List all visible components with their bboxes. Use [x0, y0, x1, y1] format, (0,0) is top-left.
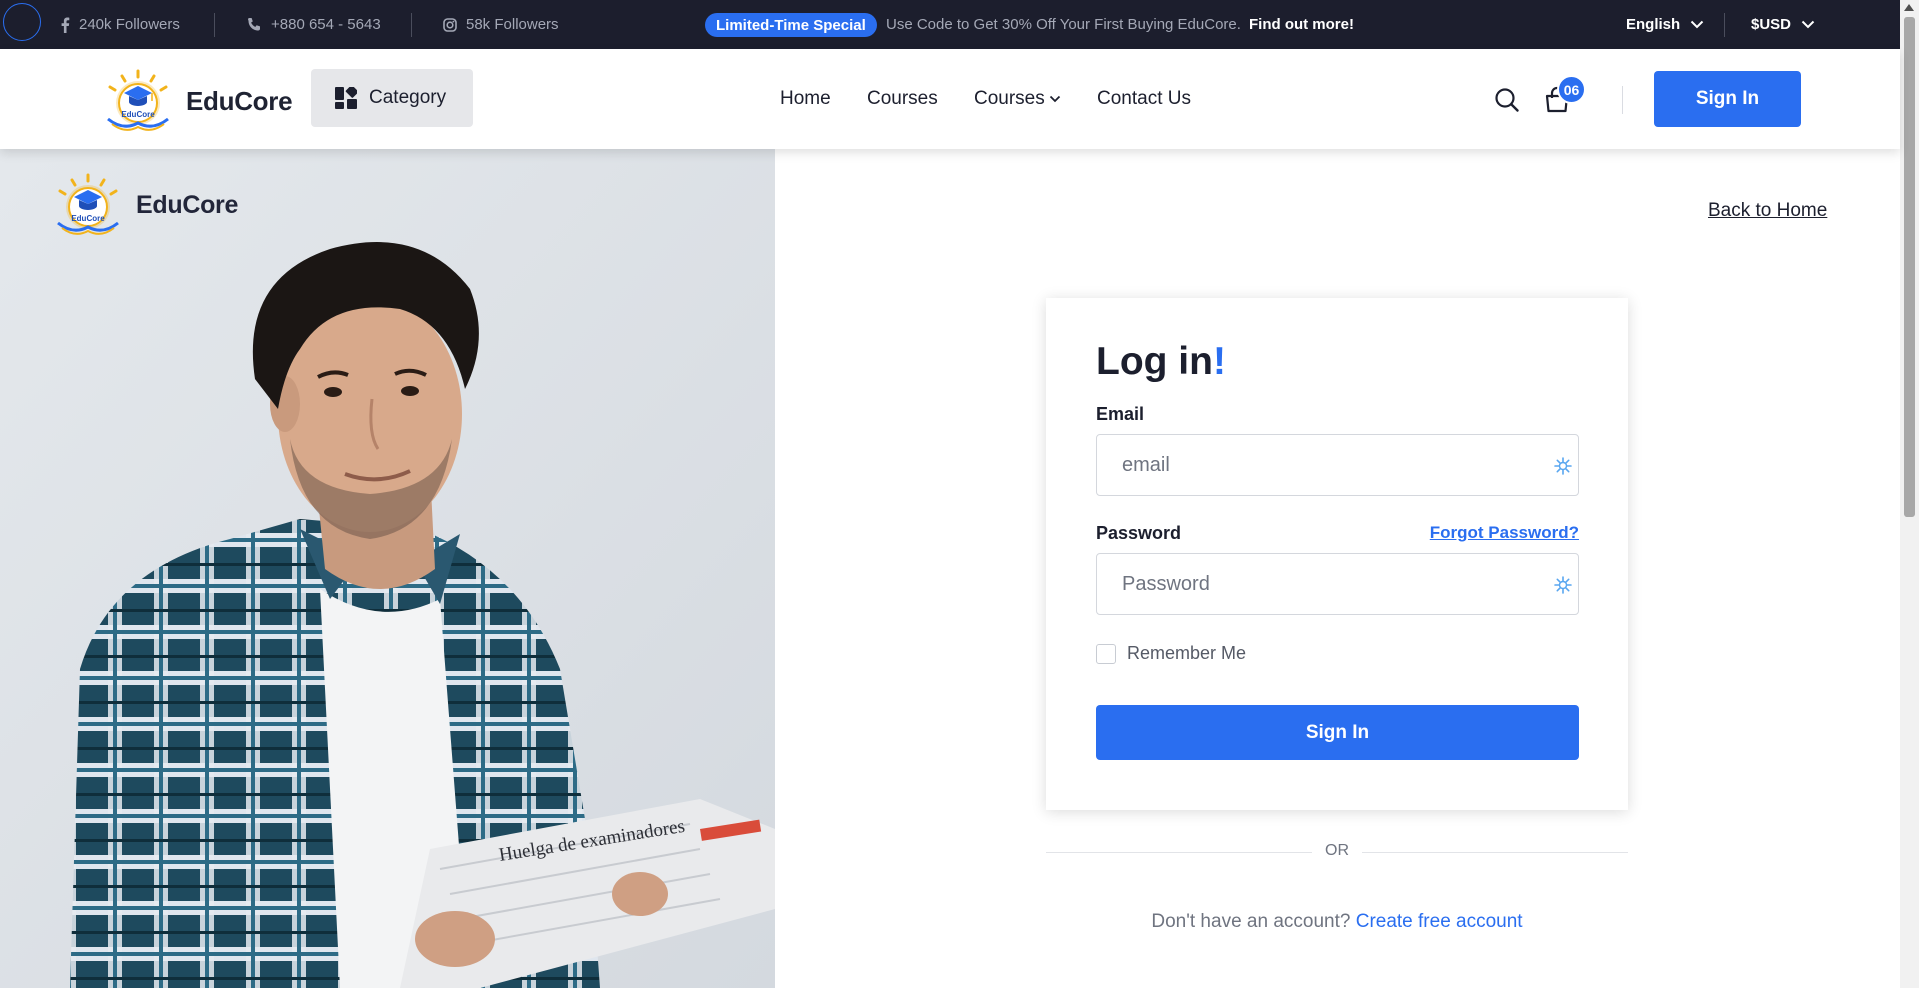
remember-me-row[interactable]: Remember Me [1096, 643, 1246, 664]
email-field-wrapper [1096, 434, 1579, 496]
grid-icon [335, 87, 357, 109]
panel-logo: EduCore EduCore [48, 171, 238, 239]
password-label: Password [1096, 523, 1182, 543]
main-header: EduCore EduCore Category Home Courses Co… [0, 49, 1900, 149]
nav-courses[interactable]: Courses [867, 88, 938, 110]
promo-text: Use Code to Get 30% Off Your First Buyin… [886, 16, 1241, 33]
chevron-down-icon [1049, 95, 1060, 103]
password-field[interactable] [1097, 554, 1578, 614]
facebook-followers-link[interactable]: 240k Followers [60, 0, 180, 49]
signup-prompt-text: Don't have an account? [1151, 911, 1351, 932]
promo-find-out-more-link[interactable]: Find out more! [1249, 0, 1354, 49]
autofill-icon[interactable] [1553, 575, 1573, 595]
password-field-wrapper [1096, 553, 1579, 615]
divider [1622, 86, 1623, 114]
nav-contact-label: Contact Us [1097, 88, 1191, 109]
svg-text:EduCore: EduCore [121, 110, 155, 119]
page-scrollbar[interactable] [1900, 0, 1919, 988]
sign-in-submit-button[interactable]: Sign In [1096, 705, 1579, 760]
or-text: OR [1325, 842, 1349, 859]
promo-badge: Limited-Time Special [705, 13, 877, 37]
login-title-accent: ! [1212, 340, 1226, 383]
login-title: Log in! [1096, 340, 1226, 384]
login-card: Log in! Email Password Forgot Password? … [1046, 298, 1628, 810]
back-to-home-link[interactable]: Back to Home [1708, 200, 1827, 222]
email-label: Email [1096, 404, 1145, 424]
forgot-password-link[interactable]: Forgot Password? [1430, 523, 1579, 543]
svg-text:EduCore: EduCore [71, 214, 105, 223]
nav-courses-label: Courses [867, 88, 938, 109]
chevron-down-icon [1690, 20, 1704, 29]
divider [214, 13, 215, 37]
search-icon [1495, 88, 1519, 112]
phone-link[interactable]: +880 654 - 5643 [246, 0, 381, 49]
student-with-newspaper-photo: Huelga de examinadores [0, 149, 775, 988]
nav-courses-dropdown-label: Courses [974, 88, 1045, 109]
language-value: English [1626, 16, 1681, 33]
nav-home-label: Home [780, 88, 831, 109]
phone-text: +880 654 - 5643 [271, 16, 381, 33]
instagram-icon [443, 17, 457, 32]
logo-name: EduCore [186, 85, 293, 116]
scroll-up-arrow-icon[interactable] [1904, 4, 1914, 11]
cart-count-badge: 06 [1557, 75, 1586, 104]
facebook-icon [61, 17, 70, 33]
divider [411, 13, 412, 37]
autofill-icon[interactable] [1553, 456, 1573, 476]
scrollbar-thumb[interactable] [1904, 17, 1915, 517]
top-bar: 240k Followers +880 654 - 5643 58k Follo… [0, 0, 1900, 49]
login-title-text: Log in [1096, 340, 1213, 383]
language-select[interactable]: English [1626, 0, 1704, 49]
instagram-followers-link[interactable]: 58k Followers [443, 0, 559, 49]
divider-line [1362, 852, 1628, 853]
educore-logo-icon: EduCore [107, 69, 169, 131]
currency-value: $USD [1751, 16, 1792, 33]
educore-logo-icon: EduCore [57, 173, 119, 235]
instagram-followers-text: 58k Followers [466, 16, 559, 33]
phone-icon [248, 17, 260, 30]
category-label: Category [369, 87, 447, 108]
cursor-ring-icon [3, 3, 41, 41]
currency-select[interactable]: $USD [1751, 0, 1815, 49]
or-divider: OR [1046, 842, 1628, 862]
chevron-down-icon [1801, 20, 1815, 29]
remember-me-label: Remember Me [1127, 643, 1247, 663]
create-account-link[interactable]: Create free account [1356, 911, 1523, 932]
search-button[interactable] [1494, 87, 1520, 118]
category-button[interactable]: Category [311, 69, 473, 127]
header-sign-in-button[interactable]: Sign In [1654, 71, 1801, 127]
signup-prompt: Don't have an account? Create free accou… [1046, 911, 1628, 933]
nav-contact-us[interactable]: Contact Us [1097, 88, 1191, 110]
remember-me-checkbox[interactable] [1096, 643, 1116, 664]
panel-logo-name: EduCore [136, 190, 239, 219]
email-field[interactable] [1097, 435, 1578, 495]
nav-courses-dropdown[interactable]: Courses [974, 88, 1061, 110]
facebook-followers-text: 240k Followers [79, 16, 180, 33]
divider [1724, 13, 1725, 37]
hero-image-panel: Huelga de examinadores EduCore EduCore [0, 149, 775, 988]
site-logo[interactable]: EduCore EduCore [98, 67, 293, 135]
nav-home[interactable]: Home [780, 88, 831, 110]
